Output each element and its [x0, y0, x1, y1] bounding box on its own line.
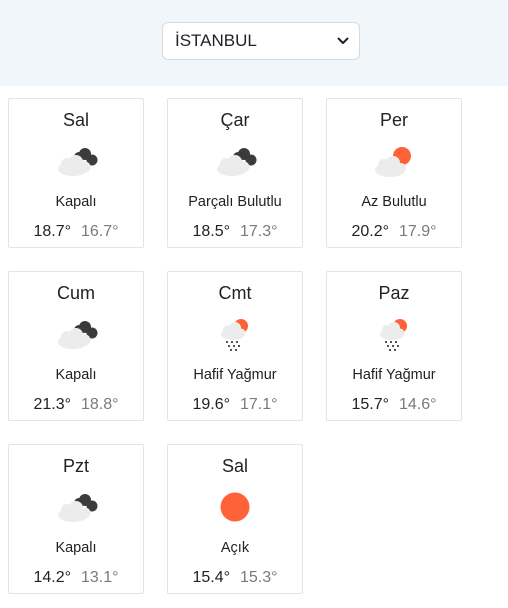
cloud-overcast-icon: [51, 489, 101, 525]
forecast-card: Per Az Bulutlu 20.2° 17.9°: [326, 98, 462, 248]
high-temp: 19.6°: [192, 396, 230, 413]
low-temp: 16.7°: [81, 223, 119, 240]
day-label: Sal: [62, 110, 89, 130]
high-temp: 18.7°: [33, 223, 71, 240]
day-label: Paz: [378, 283, 410, 303]
low-temp: 15.3°: [240, 569, 278, 586]
condition-label: Hafif Yağmur: [193, 367, 277, 383]
forecast-card: Sal Kapalı 18.7° 16.7°: [8, 98, 144, 248]
forecast-card: Paz Hafif Yağmur 15.7° 14.6°: [326, 271, 462, 421]
high-temp: 14.2°: [33, 569, 71, 586]
temperature-range: 20.2° 17.9°: [327, 223, 461, 241]
city-select[interactable]: İSTANBUL: [162, 22, 360, 60]
condition-label: Açık: [220, 540, 250, 556]
forecast-card: Cum Kapalı 21.3° 18.8°: [8, 271, 144, 421]
forecast-card: Çar Parçalı Bulutlu 18.5° 17.3°: [167, 98, 303, 248]
header-bar: İSTANBUL: [0, 0, 508, 86]
condition-label: Parçalı Bulutlu: [188, 194, 282, 210]
temperature-range: 15.7° 14.6°: [327, 396, 461, 414]
city-select-value: İSTANBUL: [175, 31, 257, 50]
low-temp: 14.6°: [399, 396, 437, 413]
temperature-range: 15.4° 15.3°: [168, 569, 302, 587]
chevron-down-icon: [337, 37, 349, 44]
high-temp: 18.5°: [192, 223, 230, 240]
day-label: Cmt: [218, 283, 252, 303]
temperature-range: 19.6° 17.1°: [168, 396, 302, 414]
condition-label: Az Bulutlu: [361, 194, 427, 210]
condition-label: Kapalı: [55, 367, 97, 383]
temperature-range: 18.5° 17.3°: [168, 223, 302, 241]
sun-icon: [210, 489, 260, 525]
day-label: Cum: [56, 283, 95, 303]
high-temp: 15.4°: [192, 569, 230, 586]
day-label: Çar: [220, 110, 250, 130]
temperature-range: 14.2° 13.1°: [9, 569, 143, 587]
day-label: Pzt: [62, 456, 89, 476]
light-rain-icon: [369, 316, 419, 352]
high-temp: 21.3°: [33, 396, 71, 413]
forecast-card: Sal Açık 15.4° 15.3°: [167, 444, 303, 594]
condition-label: Kapalı: [55, 540, 97, 556]
partly-cloudy-icon: [369, 143, 419, 179]
low-temp: 13.1°: [81, 569, 119, 586]
low-temp: 17.1°: [240, 396, 278, 413]
low-temp: 17.3°: [240, 223, 278, 240]
low-temp: 18.8°: [81, 396, 119, 413]
temperature-range: 18.7° 16.7°: [9, 223, 143, 241]
high-temp: 15.7°: [351, 396, 389, 413]
light-rain-icon: [210, 316, 260, 352]
day-label: Sal: [221, 456, 248, 476]
forecast-card: Pzt Kapalı 14.2° 13.1°: [8, 444, 144, 594]
high-temp: 20.2°: [351, 223, 389, 240]
cloud-overcast-icon: [51, 316, 101, 352]
cloud-overcast-icon: [210, 143, 260, 179]
day-label: Per: [379, 110, 408, 130]
cloud-overcast-icon: [51, 143, 101, 179]
condition-label: Kapalı: [55, 194, 97, 210]
forecast-card: Cmt Hafif Yağmur 19.6° 17.1°: [167, 271, 303, 421]
condition-label: Hafif Yağmur: [352, 367, 436, 383]
temperature-range: 21.3° 18.8°: [9, 396, 143, 414]
low-temp: 17.9°: [399, 223, 437, 240]
